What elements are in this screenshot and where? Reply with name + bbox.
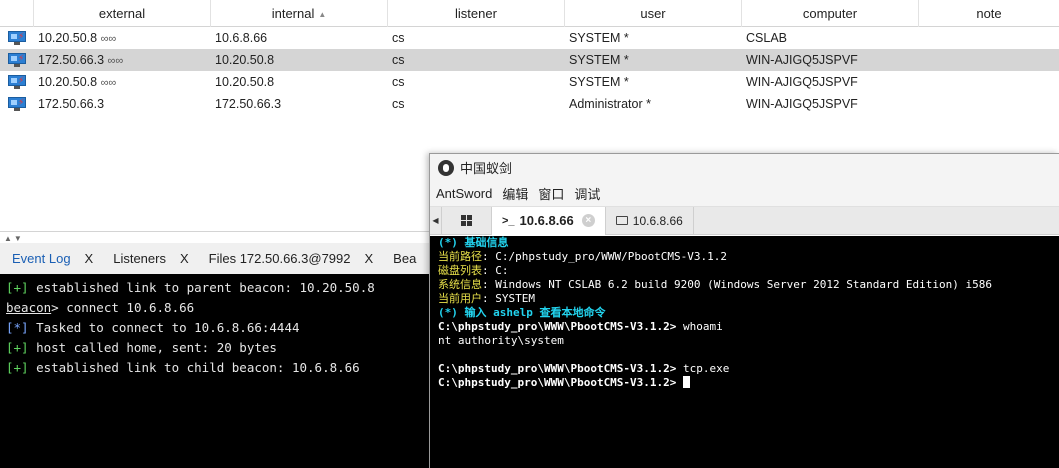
cell-computer: CSLAB [746,31,787,45]
link-chain-icon: ∞∞ [100,77,117,89]
cell-listener: cs [392,97,405,111]
antsword-menubar: AntSword 编辑 窗口 调试 [430,181,1059,207]
cell-computer: WIN-AJIGQ5JSPVF [746,97,858,111]
folder-icon [615,216,628,225]
column-header-external[interactable]: external [34,0,211,27]
menu-edit[interactable]: 编辑 [502,184,528,203]
cell-external: 172.50.66.3 ∞∞ [38,53,124,67]
terminal-command-line: C:\phpstudy_pro\WWW\PbootCMS-V3.1.2> who… [438,320,723,333]
console-line: [+] established link to parent beacon: 1… [6,280,375,295]
cell-user: SYSTEM * [569,31,629,45]
terminal-info-line: 当前路径: C:/phpstudy_pro/WWW/PbootCMS-V3.1.… [438,250,728,263]
cell-computer: WIN-AJIGQ5JSPVF [746,75,858,89]
menu-window[interactable]: 窗口 [538,184,564,203]
tab-file-manager-label: 10.6.8.66 [632,213,683,228]
terminal-cursor [683,376,691,388]
antsword-window: 中国蚁剑 AntSword 编辑 窗口 调试 ◀ >_ 10.6.8.66 × … [429,153,1059,468]
cell-internal: 10.20.50.8 [215,75,275,89]
cell-computer: WIN-AJIGQ5JSPVF [746,53,858,67]
tab-terminal-label: 10.6.8.66 [519,213,574,228]
tab-scroll-left-icon[interactable]: ◀ [430,206,442,235]
antsword-titlebar[interactable]: 中国蚁剑 [430,154,1059,181]
link-chain-icon: ∞∞ [100,33,117,45]
terminal-banner: (*) 基础信息 [438,236,509,249]
window-title: 中国蚁剑 [460,161,513,176]
beacon-monitor-icon: ⚡ [0,93,34,115]
cell-external: 172.50.66.3 [38,97,105,111]
cell-user: SYSTEM * [569,75,629,89]
cell-external: 10.20.50.8 ∞∞ [38,75,117,89]
column-header-computer[interactable]: computer [742,0,919,27]
tab-close-icon[interactable]: X [365,251,374,266]
console-line: [+] established link to child beacon: 10… [6,360,360,375]
console-line: beacon> connect 10.6.8.66 [6,300,195,315]
event-log-console: [+] established link to parent beacon: 1… [0,274,432,468]
cell-note [919,71,1059,93]
cell-internal: 10.6.8.66 [215,31,268,45]
column-header-user[interactable]: user [565,0,742,27]
beacon-monitor-icon: ⚡ [0,27,34,49]
cell-listener: cs [392,75,405,89]
terminal-help-hint: (*) 输入 ashelp 查看本地命令 [438,306,606,319]
terminal-info-line: 磁盘列表: C: [438,264,509,277]
tab-terminal[interactable]: >_ 10.6.8.66 × [492,206,606,235]
tab-label: Bea [393,251,417,266]
terminal-command-line: C:\phpstudy_pro\WWW\PbootCMS-V3.1.2> tcp… [438,362,730,375]
antsword-tab-bar: ◀ >_ 10.6.8.66 × 10.6.8.66 [430,206,1059,235]
column-header-listener[interactable]: listener [388,0,565,27]
sort-ascending-icon: ▲ [318,10,327,19]
table-row[interactable]: ⚡ 172.50.66.3 ∞∞ 10.20.50.8 cs SYSTEM * WIN-A… [0,49,1059,71]
tab-close-icon[interactable]: X [85,251,94,266]
tab-label: Listeners [113,251,166,266]
tab-label: Files 172.50.66.3@7992 [208,251,351,266]
menu-debug[interactable]: 调试 [574,184,600,203]
antsword-logo-icon [438,159,454,176]
split-pane-arrows-icon[interactable]: ▲▼ [4,234,24,243]
beacon-monitor-icon: ⚡ [0,71,34,93]
cell-user: SYSTEM * [569,53,629,67]
terminal-info-line: 当前用户: SYSTEM [438,292,535,305]
tab-close-icon[interactable]: × [581,214,595,227]
console-line: [+] host called home, sent: 20 bytes [6,340,277,355]
tab-home[interactable] [442,206,492,235]
menu-antsword[interactable]: AntSword [436,186,492,201]
beacon-monitor-icon: ⚡ [0,49,34,71]
cell-external: 10.20.50.8 ∞∞ [38,31,117,45]
grid-icon [461,215,472,226]
table-row[interactable]: ⚡ 10.20.50.8 ∞∞ 10.20.50.8 cs SYSTEM * WIN-AJ… [0,71,1059,93]
cell-internal: 10.20.50.8 [215,53,275,67]
cell-listener: cs [392,53,405,67]
tab-0[interactable]: Event Log X [0,243,101,274]
column-header-note[interactable]: note [919,0,1059,27]
cell-note [919,93,1059,115]
terminal-output-line: nt authority\system [438,334,564,347]
column-header-internal[interactable]: internal ▲ [211,0,388,27]
tab-file-manager[interactable]: 10.6.8.66 [606,206,694,235]
table-header: external internal ▲ listener user compute… [0,0,1059,27]
tab-1[interactable]: Listeners X [101,243,196,274]
tab-2[interactable]: Files 172.50.66.3@7992 X [197,243,382,274]
link-chain-icon: ∞∞ [107,55,124,67]
table-row[interactable]: ⚡ 172.50.66.3 172.50.66.3 cs Administrator … [0,93,1059,115]
cell-internal: 172.50.66.3 [215,97,282,111]
cell-note [919,49,1059,71]
tab-close-icon[interactable]: X [180,251,189,266]
table-body: ⚡ 10.20.50.8 ∞∞ 10.6.8.66 cs SYSTEM * CSLAB ⚡ 1… [0,27,1059,115]
terminal-icon: >_ [502,214,515,227]
column-header-icon[interactable] [0,0,34,27]
terminal-input-line[interactable]: C:\phpstudy_pro\WWW\PbootCMS-V3.1.2> [438,376,1052,390]
cell-note [919,27,1059,49]
table-row[interactable]: ⚡ 10.20.50.8 ∞∞ 10.6.8.66 cs SYSTEM * CSLAB [0,27,1059,49]
tab-3[interactable]: Bea [381,243,416,274]
cell-user: Administrator * [569,97,651,111]
antsword-terminal[interactable]: (*) 基础信息 当前路径: C:/phpstudy_pro/WWW/Pboot… [430,236,1059,468]
console-line: [*] Tasked to connect to 10.6.8.66:4444 [6,320,300,335]
tab-label: Event Log [12,251,71,266]
cell-listener: cs [392,31,405,45]
terminal-info-line: 系统信息: Windows NT CSLAB 6.2 build 9200 (W… [438,278,992,291]
